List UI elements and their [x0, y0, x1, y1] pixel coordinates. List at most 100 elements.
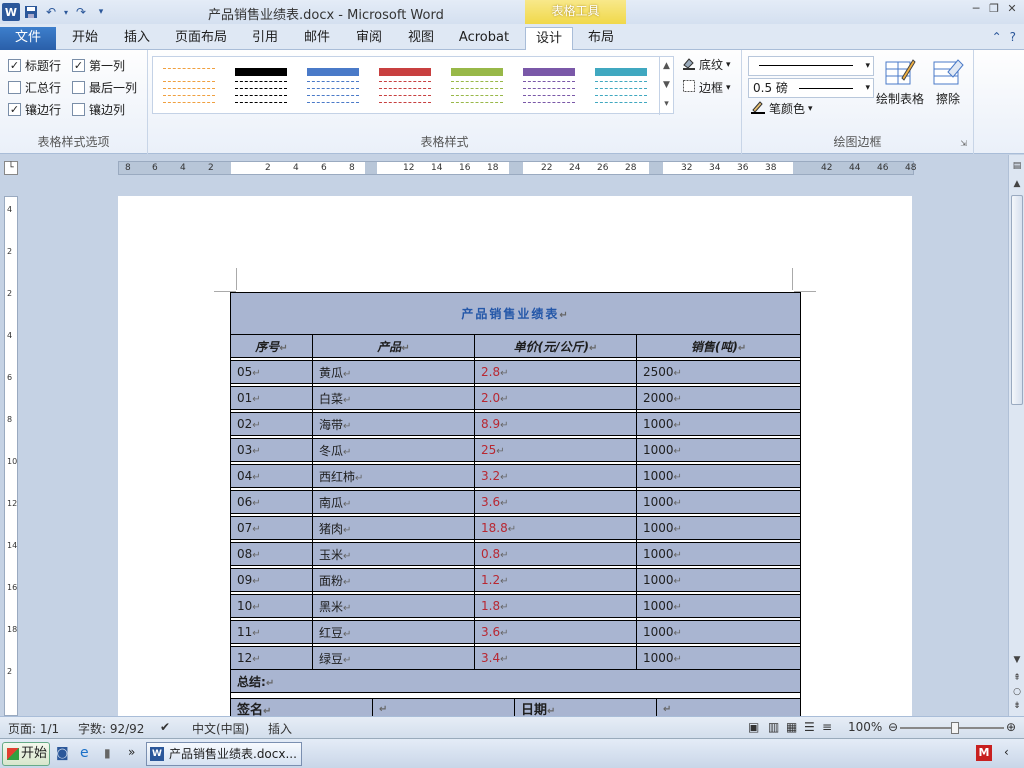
- ruler-toggle-icon[interactable]: ▤: [1010, 159, 1024, 173]
- table-style-thumbnail[interactable]: [593, 65, 649, 107]
- vertical-ruler[interactable]: 4 2 2 4 6 8 10 12 14 16 18 2: [4, 196, 18, 716]
- tab-selector-icon[interactable]: └: [4, 161, 18, 175]
- cell-price[interactable]: 18.8↵: [474, 516, 637, 540]
- cell-price[interactable]: 3.6↵: [474, 620, 637, 644]
- cell-product[interactable]: 面粉↵: [312, 568, 475, 592]
- checkbox-total-row[interactable]: 汇总行: [8, 79, 61, 96]
- cell-id[interactable]: 06↵: [230, 490, 313, 514]
- summary-cell[interactable]: 总结:↵: [229, 669, 802, 693]
- tab-mailings[interactable]: 邮件: [294, 27, 340, 50]
- table-row[interactable]: 10↵ 黑米↵ 1.8↵ 1000↵: [230, 594, 802, 618]
- tray-expand-icon[interactable]: ‹: [1004, 745, 1009, 759]
- cell-id[interactable]: 07↵: [230, 516, 313, 540]
- start-button[interactable]: 开始: [2, 742, 50, 766]
- tab-file[interactable]: 文件: [0, 27, 56, 50]
- cell-sales[interactable]: 1000↵: [635, 438, 802, 462]
- customize-qat-icon[interactable]: ▾: [92, 3, 110, 21]
- cell-sales[interactable]: 1000↵: [635, 568, 802, 592]
- cell-sales[interactable]: 1000↵: [635, 646, 802, 670]
- cell-product[interactable]: 绿豆↵: [312, 646, 475, 670]
- checkbox-last-column[interactable]: 最后一列: [72, 79, 137, 96]
- cell-price[interactable]: 2.8↵: [474, 360, 637, 384]
- sales-table[interactable]: 产品销售业绩表↵ 序号↵ 产品↵ 单价(元/公斤)↵ 销售(吨)↵ 05↵ 黄瓜↵…: [229, 292, 802, 716]
- document-page[interactable]: 产品销售业绩表↵ 序号↵ 产品↵ 单价(元/公斤)↵ 销售(吨)↵ 05↵ 黄瓜↵…: [118, 196, 912, 716]
- header-cell-sales[interactable]: 销售(吨)↵: [635, 334, 802, 358]
- cell-sales[interactable]: 1000↵: [635, 412, 802, 436]
- checkbox-header-row[interactable]: ✓ 标题行: [8, 57, 61, 74]
- quicklaunch-more-icon[interactable]: »: [128, 745, 135, 759]
- minimize-icon[interactable]: ─: [968, 2, 984, 16]
- cell-id[interactable]: 10↵: [230, 594, 313, 618]
- pen-color-button[interactable]: 笔颜色 ▾: [750, 100, 813, 117]
- cell-price[interactable]: 3.4↵: [474, 646, 637, 670]
- status-insert-mode[interactable]: 插入: [268, 720, 292, 737]
- cell-sales[interactable]: 1000↵: [635, 620, 802, 644]
- collapse-ribbon-icon[interactable]: ⌃: [992, 30, 1002, 44]
- table-row[interactable]: 01↵ 白菜↵ 2.0↵ 2000↵: [230, 386, 802, 410]
- cell-id[interactable]: 04↵: [230, 464, 313, 488]
- close-icon[interactable]: ✕: [1004, 2, 1020, 16]
- cell-product[interactable]: 冬瓜↵: [312, 438, 475, 462]
- zoom-out-icon[interactable]: ⊖: [888, 720, 898, 734]
- checkbox-banded-columns[interactable]: 镶边列: [72, 101, 125, 118]
- cell-product[interactable]: 猪肉↵: [312, 516, 475, 540]
- checkbox-total-row-box[interactable]: [8, 81, 21, 94]
- tab-insert[interactable]: 插入: [114, 27, 160, 50]
- cell-sales[interactable]: 1000↵: [635, 516, 802, 540]
- cell-id[interactable]: 02↵: [230, 412, 313, 436]
- cell-price[interactable]: 25↵: [474, 438, 637, 462]
- cell-sales[interactable]: 2500↵: [635, 360, 802, 384]
- pen-style-select[interactable]: ▾: [748, 56, 874, 76]
- table-row[interactable]: 12↵ 绿豆↵ 3.4↵ 1000↵: [230, 646, 802, 670]
- date-value-cell[interactable]: ↵: [656, 698, 801, 716]
- checkbox-banded-columns-box[interactable]: [72, 103, 85, 116]
- table-row[interactable]: 07↵ 猪肉↵ 18.8↵ 1000↵: [230, 516, 802, 540]
- undo-dropdown-icon[interactable]: ▾: [62, 3, 70, 21]
- sign-label-cell[interactable]: 签名↵: [230, 698, 373, 716]
- cell-id[interactable]: 03↵: [230, 438, 313, 462]
- zoom-level[interactable]: 100%: [848, 720, 882, 734]
- status-language[interactable]: 中文(中国): [192, 720, 249, 737]
- table-style-thumbnail[interactable]: [449, 65, 505, 107]
- table-row[interactable]: 05↵ 黄瓜↵ 2.8↵ 2500↵: [230, 360, 802, 384]
- cell-sales[interactable]: 1000↵: [635, 464, 802, 488]
- tab-view[interactable]: 视图: [398, 27, 444, 50]
- table-style-thumbnail[interactable]: [377, 65, 433, 107]
- checkbox-last-column-box[interactable]: [72, 81, 85, 94]
- table-title-cell[interactable]: 产品销售业绩表↵: [229, 292, 802, 335]
- eraser-button[interactable]: 擦除: [932, 56, 964, 107]
- shading-button[interactable]: 底纹 ▾: [682, 56, 731, 73]
- status-page[interactable]: 页面: 1/1: [8, 720, 59, 737]
- tab-layout[interactable]: 布局: [578, 27, 624, 50]
- cell-id[interactable]: 09↵: [230, 568, 313, 592]
- horizontal-ruler[interactable]: 8 6 4 2 2 4 6 8 12 14 16 18 22 24 26 28 32 34 36 38 42 44 46 48: [118, 161, 916, 175]
- tab-page-layout[interactable]: 页面布局: [166, 27, 236, 50]
- checkbox-first-column[interactable]: ✓ 第一列: [72, 57, 125, 74]
- header-cell-id[interactable]: 序号↵: [230, 334, 313, 358]
- vertical-scrollbar[interactable]: ▤ ▲ ▼ ⇞ ○ ⇟: [1008, 155, 1024, 716]
- cell-price[interactable]: 8.9↵: [474, 412, 637, 436]
- cell-price[interactable]: 3.2↵: [474, 464, 637, 488]
- cell-price[interactable]: 1.2↵: [474, 568, 637, 592]
- table-row[interactable]: 06↵ 南瓜↵ 3.6↵ 1000↵: [230, 490, 802, 514]
- gallery-up-icon[interactable]: ▲: [660, 57, 673, 76]
- table-row[interactable]: 08↵ 玉米↵ 0.8↵ 1000↵: [230, 542, 802, 566]
- table-row[interactable]: 04↵ 西红柿↵ 3.2↵ 1000↵: [230, 464, 802, 488]
- proofing-icon[interactable]: ✔: [160, 720, 170, 734]
- next-page-icon[interactable]: ⇟: [1010, 699, 1024, 713]
- borders-button[interactable]: 边框 ▾: [682, 79, 731, 96]
- quicklaunch-ie-icon[interactable]: e: [80, 745, 89, 761]
- gallery-down-icon[interactable]: ▼: [660, 76, 673, 95]
- cell-product[interactable]: 黑米↵: [312, 594, 475, 618]
- table-row[interactable]: 11↵ 红豆↵ 3.6↵ 1000↵: [230, 620, 802, 644]
- view-draft-icon[interactable]: ≡: [822, 720, 832, 734]
- view-full-reading-icon[interactable]: ▥: [768, 720, 779, 734]
- view-web-layout-icon[interactable]: ▦: [786, 720, 797, 734]
- quicklaunch-app-icon[interactable]: ▮: [104, 746, 111, 760]
- cell-price[interactable]: 1.8↵: [474, 594, 637, 618]
- gallery-more-icon[interactable]: ▾: [660, 95, 673, 114]
- checkbox-first-column-box[interactable]: ✓: [72, 59, 85, 72]
- cell-sales[interactable]: 2000↵: [635, 386, 802, 410]
- checkbox-banded-rows-box[interactable]: ✓: [8, 103, 21, 116]
- help-icon[interactable]: ?: [1010, 30, 1016, 44]
